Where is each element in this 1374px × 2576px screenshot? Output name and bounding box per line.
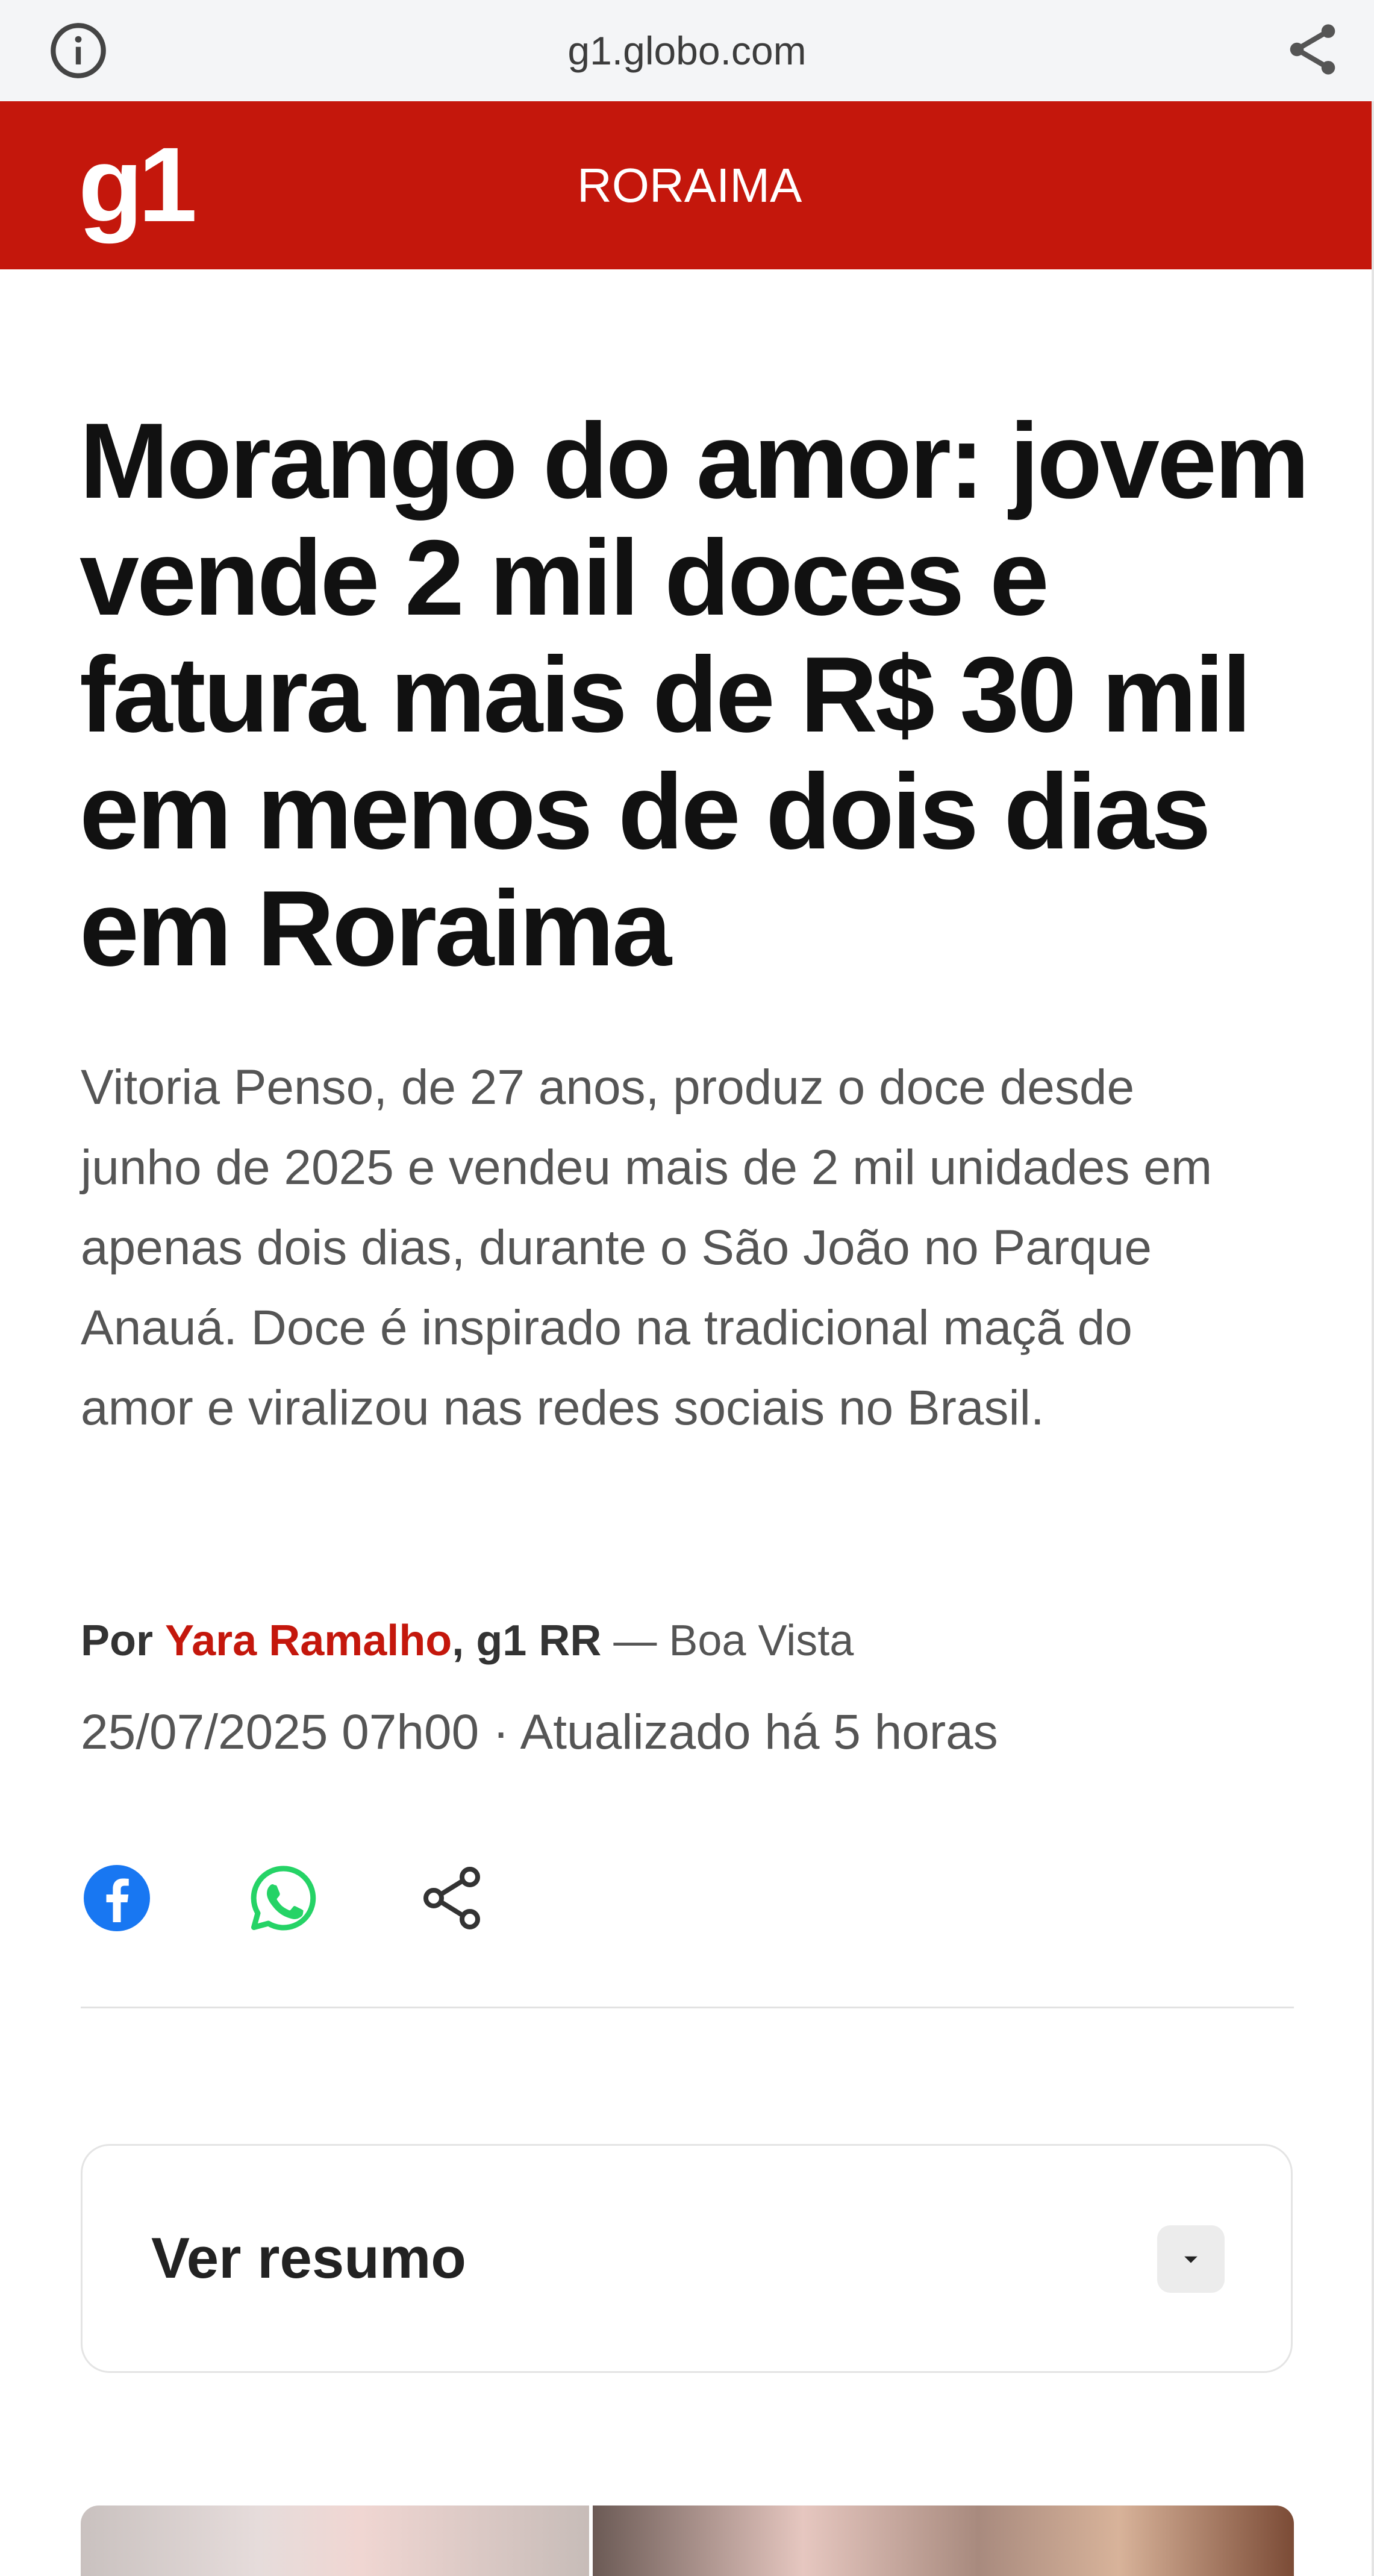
screen: g1.globo.com g1 RORAIMA Morango do amor:… (0, 0, 1374, 2576)
share-icon[interactable] (416, 1862, 488, 1934)
article-image-left (81, 2505, 589, 2576)
article-image[interactable] (81, 2505, 1294, 2576)
site-header: g1 RORAIMA (0, 101, 1374, 269)
byline-outlet: g1 RR (476, 1617, 602, 1665)
section-title[interactable]: RORAIMA (577, 101, 802, 269)
article-headline: Morango do amor: jovem vende 2 mil doces… (80, 401, 1310, 988)
article-image-right (593, 2505, 1294, 2576)
article-subtitle: Vitoria Penso, de 27 anos, produz o doce… (81, 1060, 1213, 1435)
facebook-icon[interactable] (81, 1862, 153, 1934)
summary-label: Ver resumo (151, 2226, 466, 2290)
browser-share-icon[interactable] (1281, 18, 1344, 81)
divider (81, 2007, 1294, 2008)
g1-logo[interactable]: g1 (78, 101, 197, 269)
byline-separator: , (452, 1617, 464, 1665)
byline-author[interactable]: Yara Ramalho (165, 1617, 452, 1665)
byline-location: — Boa Vista (613, 1617, 854, 1665)
dateline: 25/07/2025 07h00 · Atualizado há 5 horas (81, 1705, 998, 1760)
summary-toggle[interactable]: Ver resumo (81, 2144, 1293, 2373)
chevron-down-icon[interactable] (1157, 2225, 1225, 2293)
byline: Por Yara Ramalho, g1 RR — Boa Vista (81, 1608, 854, 1674)
page-edge (1372, 101, 1374, 2576)
browser-url-bar: g1.globo.com (0, 0, 1374, 102)
byline-prefix: Por (81, 1617, 154, 1665)
whatsapp-icon[interactable] (247, 1862, 319, 1934)
url-text[interactable]: g1.globo.com (0, 0, 1374, 101)
